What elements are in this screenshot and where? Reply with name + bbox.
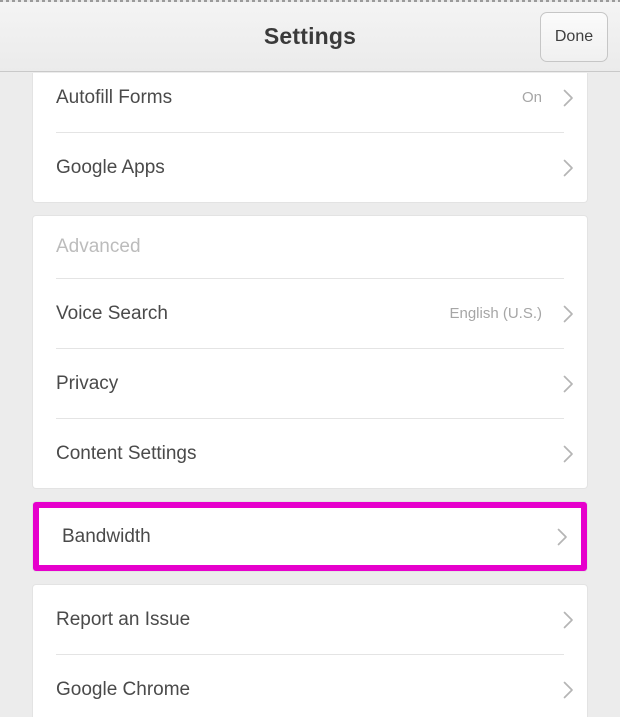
settings-scroll-area[interactable]: Autofill Forms On Google Apps Advanced Voice…	[0, 73, 620, 717]
chevron-right-icon	[555, 305, 581, 323]
settings-row-google-apps[interactable]: Google Apps	[33, 133, 587, 202]
settings-row-label: Autofill Forms	[56, 86, 173, 108]
settings-row-label: Report an Issue	[56, 608, 191, 630]
settings-row-report-an-issue[interactable]: Report an Issue	[33, 585, 587, 654]
settings-row-label: Content Settings	[56, 442, 197, 464]
chevron-right-icon	[555, 445, 581, 463]
chevron-right-icon	[555, 89, 581, 107]
settings-row-label: Voice Search	[56, 302, 168, 324]
settings-group-about: Report an Issue Google Chrome	[33, 585, 587, 717]
chevron-right-icon	[555, 159, 581, 177]
chevron-right-icon	[549, 528, 575, 546]
settings-group-bandwidth: Bandwidth	[33, 502, 587, 571]
window-top-edge	[0, 0, 620, 2]
settings-row-label: Google Chrome	[56, 678, 191, 700]
settings-group-advanced: Advanced Voice Search English (U.S.) Privac…	[33, 216, 587, 488]
settings-row-label: Google Apps	[56, 156, 165, 178]
done-button[interactable]: Done	[540, 12, 608, 62]
settings-sections: Autofill Forms On Google Apps Advanced Voice…	[0, 73, 620, 717]
settings-row-autofill-forms[interactable]: Autofill Forms On	[33, 73, 587, 132]
settings-row-label: Bandwidth	[62, 525, 151, 547]
settings-row-voice-search[interactable]: Voice Search English (U.S.)	[33, 279, 587, 348]
settings-group-top: Autofill Forms On Google Apps	[33, 73, 587, 202]
settings-row-value: English (U.S.)	[449, 305, 542, 322]
title-bar: Settings Done	[0, 2, 620, 72]
settings-row-bandwidth[interactable]: Bandwidth	[39, 508, 581, 565]
settings-row-label: Privacy	[56, 372, 119, 394]
chevron-right-icon	[555, 375, 581, 393]
settings-row-content-settings[interactable]: Content Settings	[33, 419, 587, 488]
section-header-label: Advanced	[56, 236, 141, 257]
chevron-right-icon	[555, 611, 581, 629]
chevron-right-icon	[555, 681, 581, 699]
settings-row-google-chrome[interactable]: Google Chrome	[33, 655, 587, 717]
section-header-advanced: Advanced	[33, 216, 587, 278]
settings-row-privacy[interactable]: Privacy	[33, 349, 587, 418]
settings-row-value: On	[521, 89, 542, 106]
page-title: Settings	[263, 23, 357, 49]
